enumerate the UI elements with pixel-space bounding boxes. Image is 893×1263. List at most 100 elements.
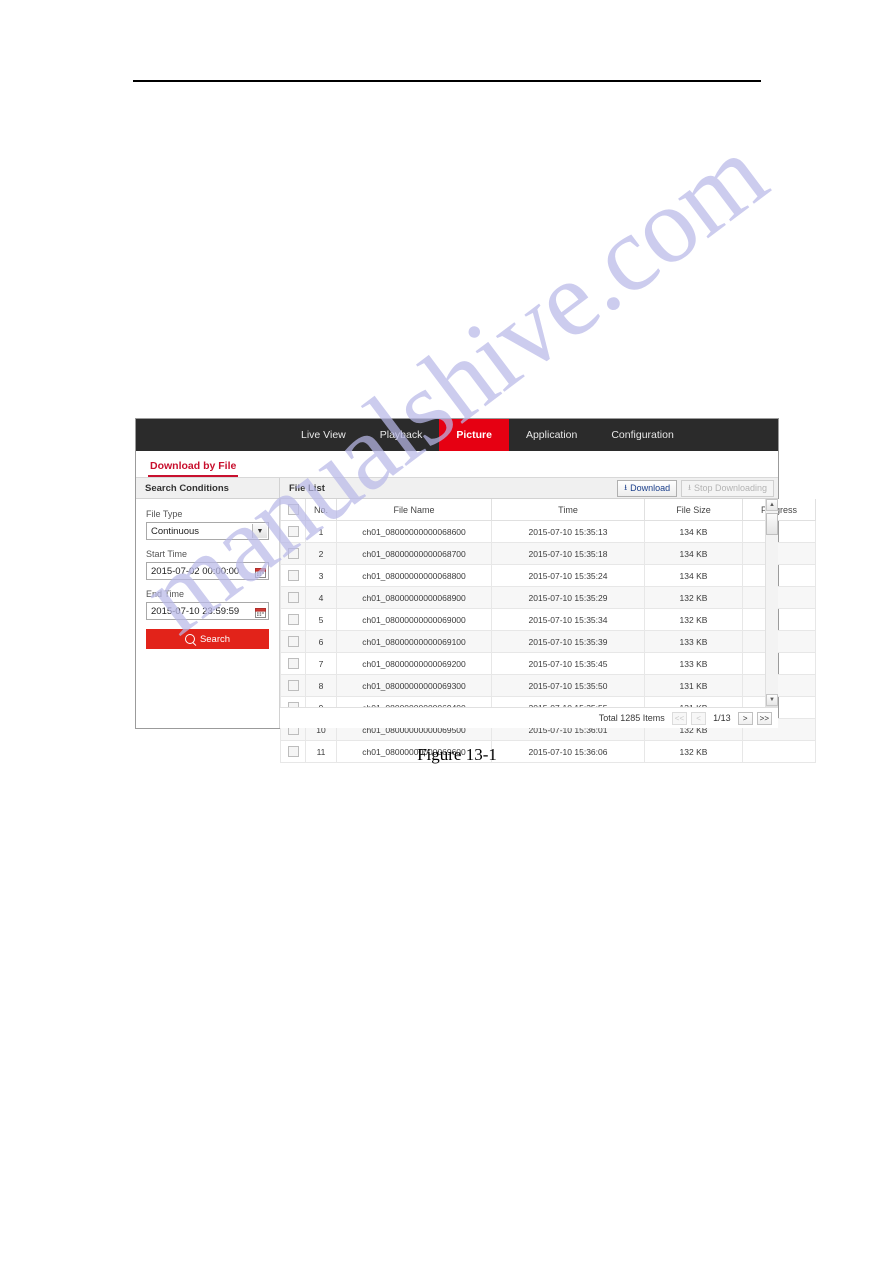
row-checkbox[interactable]: [287, 614, 299, 626]
pagination-bar: Total 1285 Items << < 1/13 > >>: [280, 707, 778, 728]
cell-progress: [742, 520, 816, 543]
row-checkbox[interactable]: [287, 658, 299, 670]
file-type-value: Continuous: [151, 525, 200, 537]
row-checkbox[interactable]: [287, 570, 299, 582]
prev-page-button[interactable]: <: [691, 711, 707, 725]
row-checkbox-cell[interactable]: [280, 674, 306, 697]
cell-time: 2015-07-10 15:35:24: [491, 564, 645, 587]
table-row[interactable]: 8 ch01_08000000000069300 2015-07-10 15:35:…: [280, 674, 816, 697]
scroll-down-icon[interactable]: ▼: [766, 694, 778, 706]
row-checkbox-cell[interactable]: [280, 652, 306, 675]
search-icon: [184, 634, 195, 644]
subtab-download-by-file[interactable]: Download by File: [148, 460, 239, 477]
cell-progress: [742, 542, 816, 565]
first-page-button[interactable]: <<: [671, 711, 688, 725]
table-row[interactable]: 4 ch01_08000000000068900 2015-07-10 15:35:…: [280, 586, 816, 609]
row-checkbox[interactable]: [287, 746, 299, 758]
cell-progress: [742, 630, 816, 653]
stop-download-icon: ⭳: [688, 483, 691, 492]
search-button-label: Search: [199, 633, 231, 645]
main-navbar: Live View Playback Picture Application C…: [136, 419, 778, 451]
cell-filesize: 134 KB: [644, 520, 743, 543]
end-time-value: 2015-07-10 23:59:59: [151, 605, 240, 617]
table-row[interactable]: 2 ch01_08000000000068700 2015-07-10 15:35:…: [280, 542, 816, 565]
file-type-select[interactable]: Continuous ▼: [146, 522, 269, 540]
start-time-value: 2015-07-02 00:00:00: [151, 565, 240, 577]
table-header-row: No. File Name Time File Size Progress: [280, 499, 816, 521]
next-page-button[interactable]: >: [737, 711, 753, 725]
select-all-header: [280, 499, 306, 521]
nav-tab-application[interactable]: Application: [509, 419, 594, 451]
last-page-button[interactable]: >>: [756, 711, 772, 725]
row-checkbox-cell[interactable]: [280, 630, 306, 653]
search-button[interactable]: Search: [146, 629, 269, 649]
scrollbar-track[interactable]: [766, 511, 778, 694]
cell-no: 4: [305, 586, 337, 609]
cell-filename: ch01_08000000000068800: [336, 564, 492, 587]
file-list-header: File List ⭳ Download ⭳ Stop Downloading: [280, 478, 778, 499]
file-list-panel: File List ⭳ Download ⭳ Stop Downloading: [280, 478, 816, 763]
table-row[interactable]: 3 ch01_08000000000068800 2015-07-10 15:35:…: [280, 564, 816, 587]
scrollbar-thumb[interactable]: [766, 513, 778, 535]
calendar-icon[interactable]: [255, 565, 266, 578]
cell-no: 2: [305, 542, 337, 565]
table-row[interactable]: 5 ch01_08000000000069000 2015-07-10 15:35:…: [280, 608, 816, 631]
cell-filesize: 133 KB: [644, 630, 743, 653]
chevron-down-icon[interactable]: ▼: [252, 524, 267, 538]
cell-filename: ch01_08000000000068900: [336, 586, 492, 609]
row-checkbox-cell[interactable]: [280, 564, 306, 587]
row-checkbox-cell[interactable]: [280, 586, 306, 609]
nav-tab-picture[interactable]: Picture: [439, 419, 509, 451]
nav-tab-playback[interactable]: Playback: [363, 419, 440, 451]
cell-no: 11: [305, 740, 337, 763]
file-list-scrollbar[interactable]: ▲ ▼: [765, 499, 778, 707]
cell-filesize: 132 KB: [644, 740, 743, 763]
row-checkbox[interactable]: [287, 548, 299, 560]
nav-tab-live-view[interactable]: Live View: [284, 419, 363, 451]
download-icon: ⭳: [624, 483, 628, 492]
row-checkbox-cell[interactable]: [280, 542, 306, 565]
row-checkbox[interactable]: [287, 680, 299, 692]
cell-time: 2015-07-10 15:35:34: [491, 608, 645, 631]
calendar-icon[interactable]: [255, 605, 266, 618]
download-button[interactable]: ⭳ Download: [617, 479, 678, 497]
row-checkbox[interactable]: [287, 592, 299, 604]
row-checkbox-cell[interactable]: [280, 520, 306, 543]
download-button-label: Download: [630, 483, 671, 493]
cell-no: 5: [305, 608, 337, 631]
cell-filename: ch01_08000000000069200: [336, 652, 492, 675]
stop-downloading-button[interactable]: ⭳ Stop Downloading: [681, 479, 774, 497]
cell-no: 7: [305, 652, 337, 675]
cell-filename: ch01_08000000000068600: [336, 520, 492, 543]
nav-tab-configuration[interactable]: Configuration: [594, 419, 690, 451]
cell-progress: [742, 608, 816, 631]
table-row[interactable]: 6 ch01_08000000000069100 2015-07-10 15:35:…: [280, 630, 816, 653]
row-checkbox-cell[interactable]: [280, 740, 306, 763]
file-type-label: File Type: [146, 509, 183, 519]
table-row[interactable]: 1 ch01_08000000000068600 2015-07-10 15:35:…: [280, 520, 816, 543]
select-all-checkbox[interactable]: [287, 504, 299, 516]
column-header-time: Time: [491, 499, 645, 521]
scroll-up-icon[interactable]: ▲: [766, 499, 778, 511]
cell-progress: [742, 674, 816, 697]
row-checkbox-cell[interactable]: [280, 608, 306, 631]
cell-time: 2015-07-10 15:35:13: [491, 520, 645, 543]
search-conditions-title: Search Conditions: [136, 478, 279, 499]
cell-time: 2015-07-10 15:35:45: [491, 652, 645, 675]
cell-no: 1: [305, 520, 337, 543]
cell-progress: [742, 586, 816, 609]
end-time-field[interactable]: 2015-07-10 23:59:59: [146, 602, 269, 620]
row-checkbox[interactable]: [287, 526, 299, 538]
cell-filesize: 134 KB: [644, 564, 743, 587]
column-header-filename: File Name: [336, 499, 492, 521]
cell-no: 3: [305, 564, 337, 587]
start-time-field[interactable]: 2015-07-02 00:00:00: [146, 562, 269, 580]
table-row[interactable]: 7 ch01_08000000000069200 2015-07-10 15:35:…: [280, 652, 816, 675]
row-checkbox[interactable]: [287, 636, 299, 648]
cell-filename: ch01_08000000000069100: [336, 630, 492, 653]
end-time-label: End Time: [146, 589, 185, 599]
cell-progress: [742, 564, 816, 587]
column-header-progress: Progress: [742, 499, 816, 521]
page-header-rule: [133, 80, 761, 82]
table-row[interactable]: 11 ch01_08000000000069600 2015-07-10 15:36…: [280, 740, 816, 763]
